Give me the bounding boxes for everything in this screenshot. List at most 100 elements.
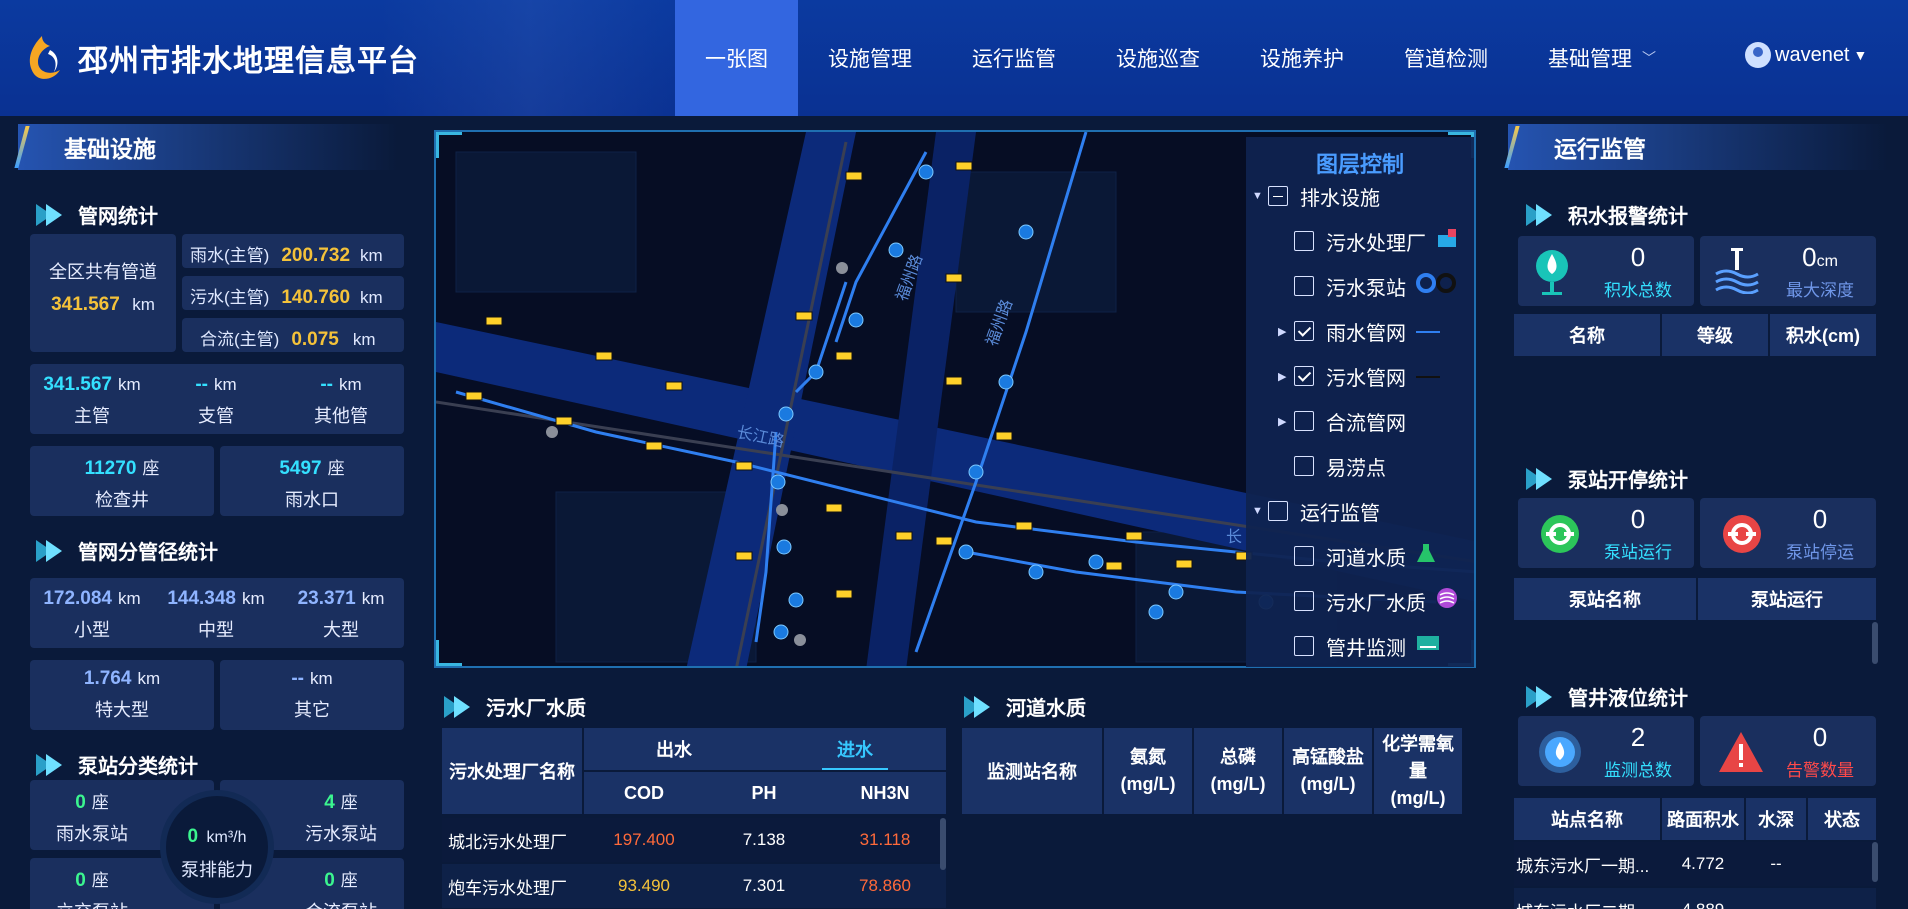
main-pipe-stat: 341.567 km 主管 xyxy=(30,374,154,428)
large-label: 大型 xyxy=(323,620,359,640)
layer-item[interactable]: ▼ 排水设施 xyxy=(1252,181,1380,211)
layer-checkbox[interactable] xyxy=(1268,501,1288,521)
network-stats-title: 管网统计 xyxy=(36,200,158,229)
water-drop-icon xyxy=(1536,250,1568,295)
site-name-cell: 城东污水厂二期... xyxy=(1516,888,1662,909)
rain-main-label: 雨水(主管) xyxy=(190,246,270,265)
section-arrow-icon xyxy=(1526,467,1556,490)
water-level-icon xyxy=(1539,731,1581,773)
pump-stats-title: 泵站分类统计 xyxy=(36,750,198,779)
branch-pipe-stat: -- km 支管 xyxy=(154,374,278,428)
layer-item[interactable]: ▶ 污水管网 xyxy=(1278,361,1440,391)
layer-checkbox[interactable] xyxy=(1294,231,1314,251)
layer-checkbox[interactable] xyxy=(1268,186,1288,206)
layer-checkbox[interactable] xyxy=(1294,366,1314,386)
total-pipe-label: 全区共有管道 xyxy=(49,262,157,282)
total-pipe-value-row: 341.567 km xyxy=(30,294,176,316)
title-bar-decoration xyxy=(1504,126,1520,168)
surface-water-header: 路面积水 xyxy=(1662,798,1744,840)
lr-pump-value: 0 xyxy=(324,870,335,891)
rain-main-row: 雨水(主管) 200.732 km xyxy=(190,241,383,267)
right-panel-title: 运行监管 xyxy=(1504,124,1646,170)
out-group-header: 出水 xyxy=(584,728,764,770)
section-arrow-icon xyxy=(36,539,66,562)
layer-item[interactable]: 管井监测 xyxy=(1278,631,1440,661)
sewage-main-card: 污水(主管) 140.760 km xyxy=(182,276,404,310)
layer-item[interactable]: ▶ 合流管网 xyxy=(1278,406,1406,436)
nav-item-operation[interactable]: 运行监管 xyxy=(942,0,1086,116)
in-group-header[interactable]: 进水 xyxy=(764,728,946,770)
layer-item[interactable]: ▼ 运行监管 xyxy=(1252,496,1380,526)
layer-item[interactable]: 污水泵站 xyxy=(1278,271,1456,301)
layer-checkbox[interactable] xyxy=(1294,321,1314,341)
well-monitor-value: 2 xyxy=(1630,722,1646,752)
layer-label: 雨水管网 xyxy=(1326,322,1406,345)
unit: km xyxy=(132,295,155,314)
pump-table-scrollbar[interactable] xyxy=(1872,622,1878,664)
avatar-icon xyxy=(1745,42,1771,68)
ponding-total-card: 0 积水总数 xyxy=(1518,236,1694,306)
nav-item-maintenance[interactable]: 设施养护 xyxy=(1230,0,1374,116)
layer-item[interactable]: 污水厂水质 xyxy=(1278,586,1458,616)
river-col-header: 氨氮 (mg/L) xyxy=(1104,728,1192,814)
medium-value: 144.348 xyxy=(167,588,236,609)
small-diameter-stat: 172.084 km 小型 xyxy=(30,588,154,642)
nh3n-cell: 31.118 xyxy=(859,830,911,849)
expand-right-icon[interactable]: ▶ xyxy=(1278,370,1288,383)
combined-main-value: 0.075 xyxy=(291,329,339,350)
brand: 邳州市排水地理信息平台 xyxy=(20,30,419,86)
expand-right-icon[interactable]: ▶ xyxy=(1278,415,1288,428)
plant-name-cell: 城北污水处理厂 xyxy=(448,832,567,852)
user-menu[interactable]: wavenet ▼ xyxy=(1745,42,1867,68)
nav-item-map[interactable]: 一张图 xyxy=(675,0,798,116)
nav-item-pipe-detect[interactable]: 管道检测 xyxy=(1374,0,1518,116)
pump-run-label: 泵站运行 xyxy=(1604,543,1672,562)
sewage-pump-label: 污水泵站 xyxy=(305,824,377,844)
nav-item-base-mgmt[interactable]: 基础管理 ﹀ xyxy=(1518,0,1686,116)
other-diameter-value: -- xyxy=(291,668,304,689)
rain-main-card: 雨水(主管) 200.732 km xyxy=(182,234,404,268)
unit: 座 xyxy=(327,459,345,478)
nav-item-inspection[interactable]: 设施巡查 xyxy=(1086,0,1230,116)
cod-cell: 93.490 xyxy=(618,876,670,895)
layer-checkbox[interactable] xyxy=(1294,591,1314,611)
expand-right-icon[interactable]: ▶ xyxy=(1278,325,1288,338)
layer-item[interactable]: 河道水质 xyxy=(1278,541,1436,571)
capacity-value: 0 xyxy=(187,826,199,847)
section-title-text: 积水报警统计 xyxy=(1568,206,1688,228)
pump-name-header: 泵站名称 xyxy=(1514,578,1696,620)
expand-down-icon[interactable]: ▼ xyxy=(1252,505,1263,517)
layer-checkbox[interactable] xyxy=(1294,546,1314,566)
plant-table-scrollbar[interactable] xyxy=(940,818,946,870)
unit: 座 xyxy=(340,793,358,812)
layer-item[interactable]: 污水处理厂 xyxy=(1278,226,1458,256)
surface-water-cell: 4.889 xyxy=(1662,888,1744,909)
lr-pump-stat: 0座 合流泵站 xyxy=(278,866,404,909)
layer-checkbox[interactable] xyxy=(1294,276,1314,296)
col-name: 氨氮 xyxy=(1130,747,1166,767)
ponding-depth-card: 0cm 最大深度 xyxy=(1700,236,1876,306)
nav-item-facility-mgmt[interactable]: 设施管理 xyxy=(798,0,942,116)
lr-pump-label: 合流泵站 xyxy=(278,898,404,909)
layer-label: 运行监管 xyxy=(1300,502,1380,525)
pump-icon xyxy=(1416,272,1456,300)
main-pipe-label: 主管 xyxy=(74,406,110,426)
sewage-line-icon xyxy=(1416,365,1440,388)
branch-pipe-value: -- xyxy=(195,374,208,395)
monitor-icon xyxy=(1416,634,1440,658)
layer-label: 污水管网 xyxy=(1326,367,1406,390)
nav-label: 设施养护 xyxy=(1260,48,1344,71)
layer-item[interactable]: 易涝点 xyxy=(1278,451,1386,481)
ll-pump-value: 0 xyxy=(75,870,86,891)
expand-down-icon[interactable]: ▼ xyxy=(1252,190,1263,202)
well-value: 11270 xyxy=(84,458,137,479)
combined-main-card: 合流(主管) 0.075 km xyxy=(182,318,404,352)
medium-label: 中型 xyxy=(198,620,234,640)
layer-checkbox[interactable] xyxy=(1294,636,1314,656)
layer-item[interactable]: ▶ 雨水管网 xyxy=(1278,316,1440,346)
well-table-scrollbar[interactable] xyxy=(1872,842,1878,882)
col-unit: (mg/L) xyxy=(1210,774,1266,794)
well-level-title: 管井液位统计 xyxy=(1526,682,1688,711)
layer-checkbox[interactable] xyxy=(1294,456,1314,476)
layer-checkbox[interactable] xyxy=(1294,411,1314,431)
